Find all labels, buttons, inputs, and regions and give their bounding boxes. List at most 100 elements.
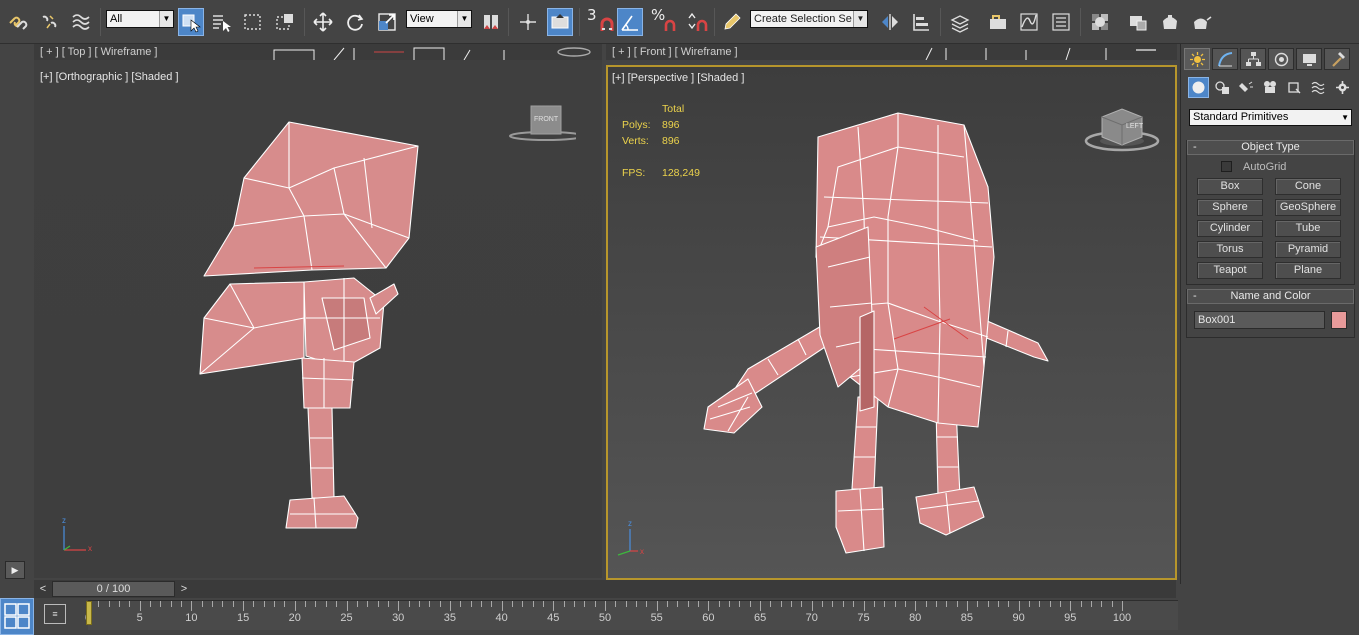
ruler-tick	[284, 601, 286, 607]
tab-modify[interactable]	[1212, 48, 1238, 70]
front-viewport-label[interactable]: [ + ] [ Front ] [ Wireframe ]	[612, 46, 738, 58]
rectangular-region-icon[interactable]	[240, 8, 266, 36]
top-viewport-label[interactable]: [ + ] [ Top ] [ Wireframe ]	[40, 46, 157, 58]
named-selection-sets-input[interactable]: Create Selection Se ▼	[750, 10, 868, 28]
character-mesh-perspective[interactable]	[688, 107, 1088, 557]
verts-value: 896	[662, 135, 680, 147]
ruler-tick	[646, 601, 648, 607]
ruler-tick	[1080, 601, 1082, 607]
ruler-tick	[853, 601, 855, 607]
render-frame-window-icon[interactable]	[1157, 8, 1183, 36]
track-bar[interactable]: ≡ 05101520253035404550556065707580859095…	[34, 598, 1359, 635]
cone-button[interactable]: Cone	[1275, 178, 1341, 195]
top-viewport-strip[interactable]: [ + ] [ Top ] [ Wireframe ]	[34, 44, 602, 60]
keyboard-shortcut-override-button[interactable]	[547, 8, 573, 36]
link-icon[interactable]	[4, 8, 30, 36]
material-editor-icon[interactable]	[1087, 8, 1113, 36]
time-slider-thumb[interactable]: 0 / 100	[52, 581, 175, 597]
front-viewport-strip[interactable]: [ + ] [ Front ] [ Wireframe ]	[606, 44, 1177, 60]
perspective-viewport[interactable]: [+] [Perspective ] [Shaded ] Total Polys…	[606, 65, 1177, 580]
scene-explorer-icon[interactable]	[985, 8, 1011, 36]
orthographic-viewport-label[interactable]: [+] [Orthographic ] [Shaded ]	[40, 71, 179, 83]
viewport-layout-icon	[4, 603, 30, 629]
rotate-icon[interactable]	[342, 8, 368, 36]
scale-icon[interactable]	[374, 8, 400, 36]
viewcube[interactable]: LEFT	[1082, 105, 1162, 155]
torus-button[interactable]: Torus	[1197, 241, 1263, 258]
current-frame-marker[interactable]	[86, 601, 92, 625]
ruler-tick	[129, 601, 131, 607]
name-and-color-rollout-header[interactable]: - Name and Color	[1187, 289, 1354, 304]
primitive-category-dropdown[interactable]: Standard Primitives ▼	[1189, 109, 1352, 126]
geometry-button[interactable]	[1188, 77, 1209, 98]
named-selection-placeholder: Create Selection Se	[754, 13, 852, 25]
tube-button[interactable]: Tube	[1275, 220, 1341, 237]
angle-snap-button[interactable]	[617, 8, 643, 36]
viewcube[interactable]: FRONT	[506, 104, 583, 144]
time-slider[interactable]: < 0 / 100 >	[34, 580, 1176, 598]
geosphere-button[interactable]: GeoSphere	[1275, 199, 1341, 216]
prev-frame-button[interactable]: <	[36, 581, 50, 597]
bind-space-warp-icon[interactable]	[68, 8, 94, 36]
character-mesh-ortho[interactable]	[194, 118, 434, 538]
select-object-button[interactable]	[178, 8, 204, 36]
viewport-layout-button[interactable]	[0, 598, 34, 635]
spinner-snap-icon[interactable]	[684, 8, 710, 36]
orthographic-viewport[interactable]: [+] [Orthographic ] [Shaded ] FRONT z x	[34, 60, 602, 578]
box-button[interactable]: Box	[1197, 178, 1263, 195]
object-type-rollout-header[interactable]: - Object Type	[1187, 140, 1354, 155]
next-frame-button[interactable]: >	[177, 581, 191, 597]
layer-manager-icon[interactable]	[947, 8, 973, 36]
object-color-swatch[interactable]	[1331, 311, 1347, 329]
move-icon[interactable]	[310, 8, 336, 36]
verts-label: Verts:	[622, 135, 649, 147]
align-icon[interactable]	[908, 8, 934, 36]
ruler-tick	[460, 601, 462, 607]
perspective-viewport-label[interactable]: [+] [Perspective ] [Shaded ]	[612, 72, 744, 84]
autogrid-label: AutoGrid	[1243, 160, 1287, 173]
select-manipulate-icon[interactable]	[515, 8, 541, 36]
pivot-center-icon[interactable]	[478, 8, 504, 36]
cylinder-button[interactable]: Cylinder	[1197, 220, 1263, 237]
ruler-tick	[222, 601, 224, 607]
edit-named-selection-icon[interactable]	[720, 8, 746, 36]
pyramid-button[interactable]: Pyramid	[1275, 241, 1341, 258]
teapot-button[interactable]: Teapot	[1197, 262, 1263, 279]
systems-button[interactable]	[1332, 77, 1353, 98]
autogrid-checkbox[interactable]	[1221, 161, 1232, 172]
window-crossing-icon[interactable]	[272, 8, 298, 36]
tab-hierarchy[interactable]	[1240, 48, 1266, 70]
render-setup-icon[interactable]	[1125, 8, 1151, 36]
sphere-button[interactable]: Sphere	[1197, 199, 1263, 216]
ruler-tick	[987, 601, 989, 607]
percent-snap-magnet-icon[interactable]	[660, 8, 686, 36]
space-warps-button[interactable]	[1308, 77, 1329, 98]
lights-button[interactable]	[1236, 77, 1257, 98]
object-name-field[interactable]: Box001	[1194, 311, 1325, 329]
tab-utilities[interactable]	[1324, 48, 1350, 70]
shapes-button[interactable]	[1212, 77, 1233, 98]
schematic-view-icon[interactable]	[1048, 8, 1074, 36]
ruler-tick-label: 55	[650, 612, 663, 624]
ruler-tick	[315, 601, 317, 607]
tab-create[interactable]	[1184, 48, 1210, 70]
ruler-tick	[584, 601, 586, 607]
play-icon[interactable]: ▶	[5, 561, 25, 579]
cameras-button[interactable]	[1260, 77, 1281, 98]
reference-coord-dropdown[interactable]: View ▼	[406, 10, 472, 28]
mirror-icon[interactable]	[877, 8, 903, 36]
helpers-button[interactable]	[1284, 77, 1305, 98]
select-by-name-icon[interactable]	[208, 8, 234, 36]
ruler-tick	[760, 601, 762, 611]
shapes-icon	[1215, 81, 1229, 94]
frame-ruler[interactable]: 0510152025303540455055606570758085909510…	[85, 600, 1178, 630]
unlink-icon[interactable]	[36, 8, 62, 36]
tab-display[interactable]	[1296, 48, 1322, 70]
plane-button[interactable]: Plane	[1275, 262, 1341, 279]
render-production-icon[interactable]	[1189, 8, 1215, 36]
selection-filter-dropdown[interactable]: All ▼	[106, 10, 174, 28]
command-panel: Standard Primitives ▼ - Object Type Auto…	[1180, 44, 1359, 584]
open-mini-curve-editor-icon[interactable]: ≡	[44, 604, 66, 624]
curve-editor-icon[interactable]	[1016, 8, 1042, 36]
tab-motion[interactable]	[1268, 48, 1294, 70]
